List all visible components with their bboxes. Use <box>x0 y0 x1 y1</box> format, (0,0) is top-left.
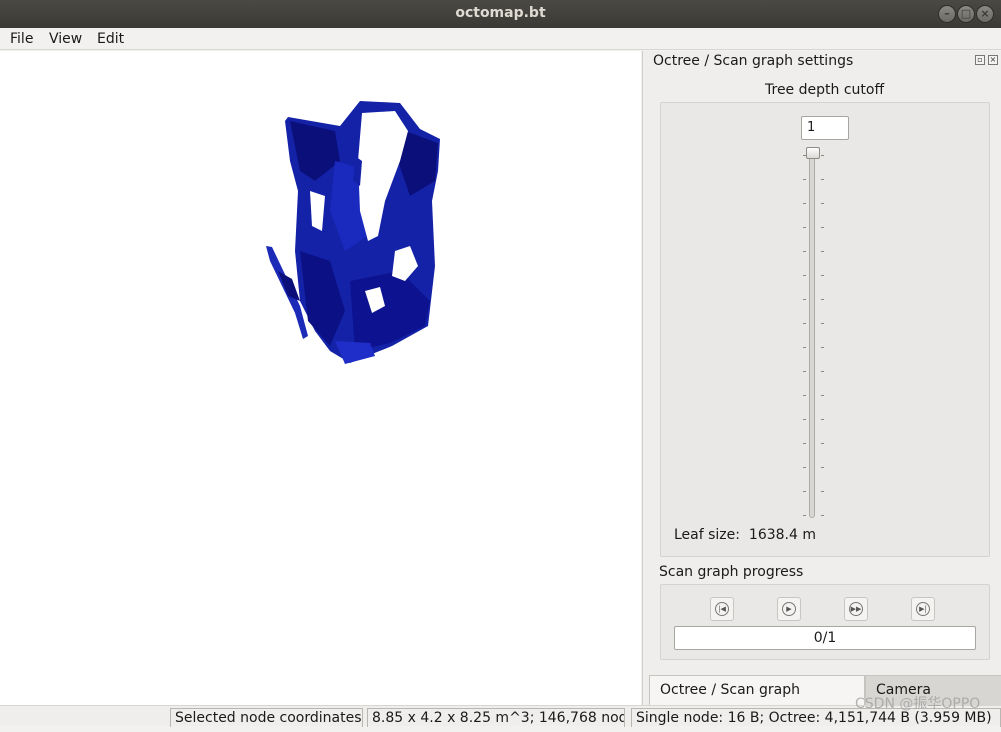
slider-tick <box>821 227 824 228</box>
menu-bar: File View Edit <box>0 28 1001 50</box>
watermark: CSDN @振华OPPO <box>855 696 981 712</box>
menu-edit[interactable]: Edit <box>97 31 124 47</box>
dock-close-icon[interactable]: × <box>988 55 998 65</box>
voxel-cloud <box>266 101 440 364</box>
status-selected-node: Selected node coordinates <box>170 708 363 727</box>
tree-depth-group <box>660 102 990 557</box>
slider-tick <box>821 251 824 252</box>
slider-tick <box>821 419 824 420</box>
tab-octree-settings[interactable]: Octree / Scan graph settings <box>649 675 865 726</box>
leaf-size-label: Leaf size: <box>674 527 740 543</box>
play-button[interactable]: ▶ <box>777 597 801 621</box>
slider-tick <box>803 515 806 516</box>
window-title: octomap.bt <box>455 5 546 21</box>
slider-tick <box>821 491 824 492</box>
skip-forward-button[interactable]: ▶| <box>911 597 935 621</box>
slider-tick <box>803 323 806 324</box>
tree-depth-slider[interactable] <box>809 148 815 518</box>
play-icon: ▶ <box>782 602 796 616</box>
slider-tick <box>821 443 824 444</box>
slider-tick <box>803 155 806 156</box>
title-bar: octomap.bt – □ × <box>0 0 1001 28</box>
octomap-point-cloud[interactable] <box>0 51 641 705</box>
slider-ticks-right <box>821 155 824 516</box>
slider-tick <box>803 299 806 300</box>
maximize-icon[interactable]: □ <box>957 5 975 23</box>
fast-forward-icon: ▶▶ <box>849 602 863 616</box>
slider-tick <box>821 299 824 300</box>
slider-tick <box>803 491 806 492</box>
3d-viewport[interactable] <box>0 51 641 705</box>
slider-tick <box>803 371 806 372</box>
settings-dock: Octree / Scan graph settings ▫ × Tree de… <box>642 51 1001 726</box>
scan-progress-bar: 0/1 <box>674 626 976 650</box>
slider-tick <box>821 371 824 372</box>
slider-tick <box>821 347 824 348</box>
dock-title: Octree / Scan graph settings <box>653 53 854 69</box>
slider-tick <box>803 251 806 252</box>
menu-view[interactable]: View <box>49 31 82 47</box>
slider-handle[interactable] <box>806 147 820 159</box>
slider-tick <box>803 179 806 180</box>
slider-ticks-left <box>803 155 806 516</box>
slider-tick <box>821 275 824 276</box>
skip-forward-icon: ▶| <box>916 602 930 616</box>
slider-tick <box>821 395 824 396</box>
skip-back-icon: |◀ <box>715 602 729 616</box>
slider-tick <box>803 203 806 204</box>
slider-tick <box>803 395 806 396</box>
close-window-icon[interactable]: × <box>976 5 994 23</box>
leaf-size-value: 1638.4 m <box>748 527 816 543</box>
tree-depth-label: Tree depth cutoff <box>765 82 885 98</box>
slider-tick <box>821 467 824 468</box>
menu-file[interactable]: File <box>10 31 33 47</box>
fast-forward-button[interactable]: ▶▶ <box>844 597 868 621</box>
slider-tick <box>803 467 806 468</box>
scan-graph-label: Scan graph progress <box>659 564 804 580</box>
slider-tick <box>803 419 806 420</box>
slider-tick <box>803 227 806 228</box>
slider-tick <box>821 203 824 204</box>
status-dimensions: 8.85 x 4.2 x 8.25 m^3; 146,768 nodes <box>367 708 625 727</box>
slider-tick <box>821 179 824 180</box>
slider-tick <box>821 515 824 516</box>
slider-tick <box>821 155 824 156</box>
dock-float-icon[interactable]: ▫ <box>975 55 985 65</box>
leaf-size: Leaf size: 1638.4 m <box>674 527 816 543</box>
slider-tick <box>803 347 806 348</box>
slider-tick <box>821 323 824 324</box>
tree-depth-spinbox[interactable]: 1 <box>801 116 849 140</box>
minimize-icon[interactable]: – <box>938 5 956 23</box>
app-window: octomap.bt – □ × File View Edit Octree /… <box>0 0 1001 727</box>
skip-back-button[interactable]: |◀ <box>710 597 734 621</box>
status-bar: Selected node coordinates 8.85 x 4.2 x 8… <box>0 705 1001 727</box>
slider-tick <box>803 443 806 444</box>
slider-tick <box>803 275 806 276</box>
